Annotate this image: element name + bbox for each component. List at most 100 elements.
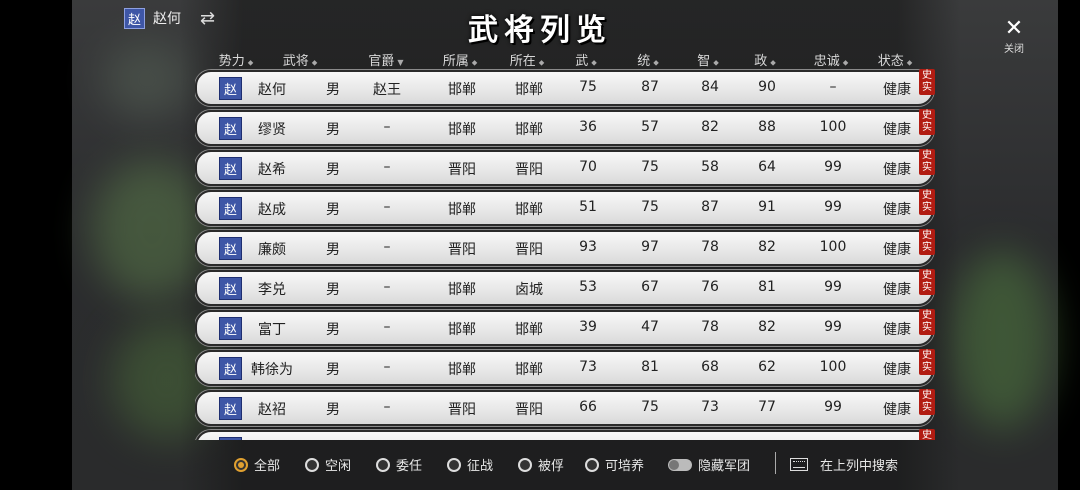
gender-cell: 男 — [326, 242, 340, 258]
table-row[interactable]: 赵富丁 男 – 邯郸 邯郸 39 47 78 82 99 健康 史实 — [195, 309, 935, 346]
filter-option[interactable]: 委任 — [376, 455, 422, 474]
toggle-switch[interactable] — [668, 458, 692, 471]
table-row[interactable]: 赵赵希 男 – 晋阳 晋阳 70 75 58 64 99 健康 史实 — [195, 149, 935, 186]
intellect-cell: 73 — [701, 399, 719, 415]
rank-cell: – — [383, 399, 391, 415]
command-cell: 67 — [641, 279, 659, 295]
radio-button[interactable] — [234, 457, 248, 472]
filter-bar: 全部 空闲 委任 征战 被俘 可培养 隐藏军团 在上列中搜索 — [0, 440, 1080, 490]
status-cell: 健康 — [883, 202, 911, 218]
sort-icon: ⬥ — [653, 58, 659, 67]
historical-tag: 史实 — [919, 389, 935, 415]
column-header[interactable]: 忠诚 ⬥ — [814, 50, 849, 69]
column-header[interactable]: 智 ⬥ — [697, 50, 719, 69]
rank-cell: – — [383, 199, 391, 215]
officer-name-cell: 廉颇 — [258, 242, 286, 258]
command-cell: 75 — [641, 199, 659, 215]
column-header[interactable]: 所在 ⬥ — [510, 50, 545, 69]
status-cell: 健康 — [883, 362, 911, 378]
rank-cell: – — [383, 239, 391, 255]
faction-badge: 赵 — [219, 237, 242, 260]
location-cell: 卤城 — [515, 282, 543, 298]
politics-cell: 82 — [758, 239, 776, 255]
location-cell: 邯郸 — [515, 322, 543, 338]
martial-cell: 39 — [579, 319, 597, 335]
radio-button[interactable] — [305, 457, 319, 472]
filter-option[interactable]: 可培养 — [585, 455, 644, 474]
column-header[interactable]: 武将 ⬥ — [283, 50, 318, 69]
politics-cell: 62 — [758, 359, 776, 375]
status-cell: 健康 — [883, 242, 911, 258]
rank-cell: – — [383, 119, 391, 135]
column-header[interactable]: 势力 ⬥ — [219, 50, 254, 69]
sort-icon: ⬥ — [591, 58, 597, 67]
officer-list[interactable]: 赵赵何男赵王 邯郸 邯郸 75 87 84 90– 健康 史实赵缪贤男 – 邯郸 邯郸 36 57 82 88… — [195, 68, 955, 440]
faction-badge: 赵 — [219, 397, 242, 420]
martial-cell: 70 — [579, 159, 597, 175]
command-cell: 81 — [641, 359, 659, 375]
martial-cell: 53 — [579, 279, 597, 295]
radio-button[interactable] — [518, 457, 532, 472]
sort-icon: ⬥ — [311, 58, 318, 67]
filter-label: 被俘 — [538, 459, 565, 474]
search-button[interactable]: 在上列中搜索 — [790, 455, 898, 474]
table-row[interactable]: 赵廉颇 男 – 晋阳 晋阳 93 97 78 82 100 健康 史实 — [195, 229, 935, 266]
table-row[interactable]: 赵赵袑 男 – 晋阳 晋阳 66 75 73 77 99 健康 史实 — [195, 389, 935, 426]
filter-label: 全部 — [254, 459, 281, 474]
radio-button[interactable] — [447, 457, 461, 472]
gender-cell: 男 — [326, 82, 340, 98]
affiliation-cell: 邯郸 — [448, 322, 476, 338]
politics-cell: 88 — [758, 119, 776, 135]
rank-cell: – — [383, 279, 391, 295]
close-icon: ✕ — [1004, 16, 1024, 41]
gender-cell: 男 — [326, 122, 340, 138]
filter-option[interactable]: 全部 — [234, 455, 280, 474]
loyalty-cell: – — [829, 79, 837, 95]
radio-button[interactable] — [376, 457, 390, 472]
sort-icon: ⬥ — [906, 58, 913, 67]
column-header[interactable]: 统 ⬥ — [637, 50, 659, 69]
officer-name-cell: 缪贤 — [258, 122, 286, 138]
historical-tag: 史实 — [919, 189, 935, 215]
filter-option[interactable]: 空闲 — [305, 455, 351, 474]
faction-badge: 赵 — [219, 357, 242, 380]
gender-cell: 男 — [326, 162, 340, 178]
faction-badge: 赵 — [219, 77, 242, 100]
intellect-cell: 78 — [701, 319, 719, 335]
affiliation-cell: 邯郸 — [448, 202, 476, 218]
filter-label: 征战 — [467, 459, 494, 474]
gender-cell: 男 — [326, 362, 340, 378]
officer-name-cell: 李兑 — [258, 282, 286, 298]
filter-option[interactable]: 征战 — [447, 455, 493, 474]
status-cell: 健康 — [883, 82, 911, 98]
table-row[interactable]: 赵李兑 男 – 邯郸 卤城 53 67 76 81 99 健康 史实 — [195, 269, 935, 306]
location-cell: 晋阳 — [515, 402, 543, 418]
table-row[interactable]: 赵史实 — [195, 429, 935, 440]
table-row[interactable]: 赵赵何 男 赵王 邯郸 邯郸 75 87 84 90 – 健康 史实 — [195, 69, 935, 106]
column-header[interactable]: 政 ⬥ — [754, 50, 776, 69]
martial-cell: 73 — [579, 359, 597, 375]
column-header[interactable]: 状态 ⬥ — [878, 50, 913, 69]
column-header[interactable]: 武 ⬥ — [575, 50, 597, 69]
rank-cell: – — [383, 159, 391, 175]
sort-icon: ⬥ — [247, 58, 254, 67]
status-cell: 健康 — [883, 282, 911, 298]
officer-name-cell: 富丁 — [258, 322, 286, 338]
intellect-cell: 58 — [701, 159, 719, 175]
table-row[interactable]: 赵赵成 男 – 邯郸 邯郸 51 75 87 91 99 健康 史实 — [195, 189, 935, 226]
officer-name-cell: 赵成 — [258, 202, 286, 218]
affiliation-cell: 晋阳 — [448, 162, 476, 178]
table-row[interactable]: 赵韩徐为 男 – 邯郸 邯郸 73 81 68 62 100 健康 史实 — [195, 349, 935, 386]
intellect-cell: 82 — [701, 119, 719, 135]
table-row[interactable]: 赵缪贤 男 – 邯郸 邯郸 36 57 82 88 100 健康 史实 — [195, 109, 935, 146]
filter-label: 委任 — [396, 459, 423, 474]
historical-tag: 史实 — [919, 149, 935, 175]
filter-option[interactable]: 被俘 — [518, 455, 564, 474]
column-header[interactable]: 官爵 ▼ — [368, 50, 403, 69]
gender-cell: 男 — [326, 402, 340, 418]
column-header[interactable]: 所属 ⬥ — [443, 50, 478, 69]
hide-corps-toggle[interactable]: 隐藏军团 — [668, 455, 750, 474]
divider — [775, 452, 776, 474]
command-cell: 97 — [641, 239, 659, 255]
radio-button[interactable] — [585, 457, 599, 472]
